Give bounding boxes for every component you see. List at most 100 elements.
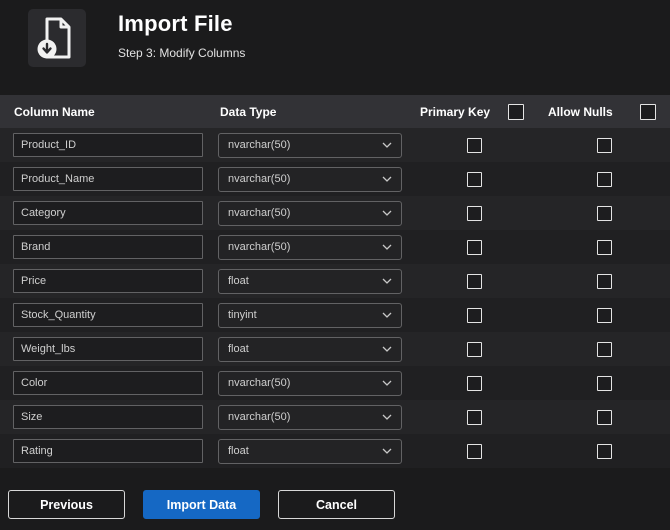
cancel-button[interactable]: Cancel (278, 490, 395, 519)
header-text: Import File Step 3: Modify Columns (118, 9, 245, 60)
primary-key-checkbox[interactable] (466, 273, 482, 289)
table-row: float (0, 264, 670, 298)
chevron-down-icon (382, 244, 392, 250)
allow-nulls-checkbox[interactable] (596, 341, 612, 357)
table-row: nvarchar(50) (0, 400, 670, 434)
primary-key-checkbox[interactable] (466, 307, 482, 323)
allow-nulls-checkbox[interactable] (596, 375, 612, 391)
column-name-cell (0, 405, 210, 429)
table-row: float (0, 332, 670, 366)
allow-nulls-select-all-checkbox[interactable] (640, 103, 656, 120)
primary-key-checkbox[interactable] (466, 239, 482, 255)
data-type-cell: nvarchar(50) (210, 132, 410, 158)
footer: Previous Import Data Cancel (0, 468, 670, 519)
data-type-select[interactable]: nvarchar(50) (218, 166, 402, 192)
primary-key-cell (410, 307, 538, 323)
data-type-select[interactable]: nvarchar(50) (218, 404, 402, 430)
primary-key-checkbox[interactable] (466, 205, 482, 221)
primary-key-header-label: Primary Key (420, 104, 491, 119)
column-name-input[interactable] (13, 235, 203, 259)
primary-key-cell (410, 239, 538, 255)
table-row: tinyint (0, 298, 670, 332)
allow-nulls-cell (538, 273, 670, 289)
primary-key-cell (410, 205, 538, 221)
primary-key-cell (410, 409, 538, 425)
table-row: nvarchar(50) (0, 366, 670, 400)
allow-nulls-checkbox[interactable] (596, 171, 612, 187)
column-name-input[interactable] (13, 303, 203, 327)
data-type-header: Data Type (220, 104, 277, 119)
allow-nulls-checkbox[interactable] (596, 137, 612, 153)
data-type-select[interactable]: tinyint (218, 302, 402, 328)
column-name-input[interactable] (13, 167, 203, 191)
allow-nulls-cell (538, 443, 670, 459)
primary-key-checkbox[interactable] (466, 137, 482, 153)
allow-nulls-header: Allow Nulls (538, 103, 670, 120)
data-type-value: nvarchar(50) (228, 139, 291, 151)
column-name-input[interactable] (13, 201, 203, 225)
primary-key-checkbox[interactable] (466, 341, 482, 357)
table-row: nvarchar(50) (0, 128, 670, 162)
data-type-select[interactable]: float (218, 268, 402, 294)
data-type-value: nvarchar(50) (228, 377, 291, 389)
primary-key-checkbox[interactable] (466, 409, 482, 425)
import-file-icon (28, 9, 86, 67)
table-header-row: Column Name Data Type Primary Key Allow … (0, 95, 670, 128)
allow-nulls-checkbox[interactable] (596, 409, 612, 425)
primary-key-cell (410, 443, 538, 459)
table-row: float (0, 434, 670, 468)
data-type-value: tinyint (228, 309, 257, 321)
data-type-select[interactable]: nvarchar(50) (218, 132, 402, 158)
allow-nulls-header-label: Allow Nulls (548, 104, 613, 119)
import-data-button[interactable]: Import Data (143, 490, 260, 519)
column-name-cell (0, 269, 210, 293)
dialog-header: Import File Step 3: Modify Columns (0, 0, 670, 67)
primary-key-checkbox[interactable] (466, 171, 482, 187)
allow-nulls-cell (538, 341, 670, 357)
primary-key-cell (410, 341, 538, 357)
column-name-input[interactable] (13, 133, 203, 157)
data-type-cell: nvarchar(50) (210, 234, 410, 260)
data-type-select[interactable]: float (218, 438, 402, 464)
column-name-input[interactable] (13, 337, 203, 361)
primary-key-checkbox[interactable] (466, 375, 482, 391)
data-type-select[interactable]: nvarchar(50) (218, 200, 402, 226)
data-type-value: float (228, 343, 249, 355)
data-type-value: float (228, 445, 249, 457)
table-row: nvarchar(50) (0, 230, 670, 264)
data-type-select[interactable]: float (218, 336, 402, 362)
chevron-down-icon (382, 176, 392, 182)
chevron-down-icon (382, 312, 392, 318)
column-name-input[interactable] (13, 371, 203, 395)
column-name-input[interactable] (13, 405, 203, 429)
data-type-cell: float (210, 336, 410, 362)
data-type-select[interactable]: nvarchar(50) (218, 370, 402, 396)
data-type-select[interactable]: nvarchar(50) (218, 234, 402, 260)
allow-nulls-checkbox[interactable] (596, 443, 612, 459)
primary-key-checkbox[interactable] (466, 443, 482, 459)
allow-nulls-checkbox[interactable] (596, 239, 612, 255)
allow-nulls-cell (538, 205, 670, 221)
data-type-cell: float (210, 438, 410, 464)
chevron-down-icon (382, 142, 392, 148)
data-type-value: nvarchar(50) (228, 173, 291, 185)
allow-nulls-checkbox[interactable] (596, 273, 612, 289)
chevron-down-icon (382, 380, 392, 386)
previous-button[interactable]: Previous (8, 490, 125, 519)
column-name-input[interactable] (13, 269, 203, 293)
column-name-input[interactable] (13, 439, 203, 463)
primary-key-cell (410, 171, 538, 187)
table-row: nvarchar(50) (0, 196, 670, 230)
allow-nulls-cell (538, 171, 670, 187)
data-type-cell: float (210, 268, 410, 294)
primary-key-header: Primary Key (410, 103, 538, 120)
allow-nulls-checkbox[interactable] (596, 307, 612, 323)
data-type-value: nvarchar(50) (228, 207, 291, 219)
data-type-value: nvarchar(50) (228, 241, 291, 253)
column-name-cell (0, 371, 210, 395)
allow-nulls-checkbox[interactable] (596, 205, 612, 221)
column-name-cell (0, 439, 210, 463)
column-name-cell (0, 235, 210, 259)
primary-key-select-all-checkbox[interactable] (508, 103, 524, 120)
primary-key-cell (410, 375, 538, 391)
